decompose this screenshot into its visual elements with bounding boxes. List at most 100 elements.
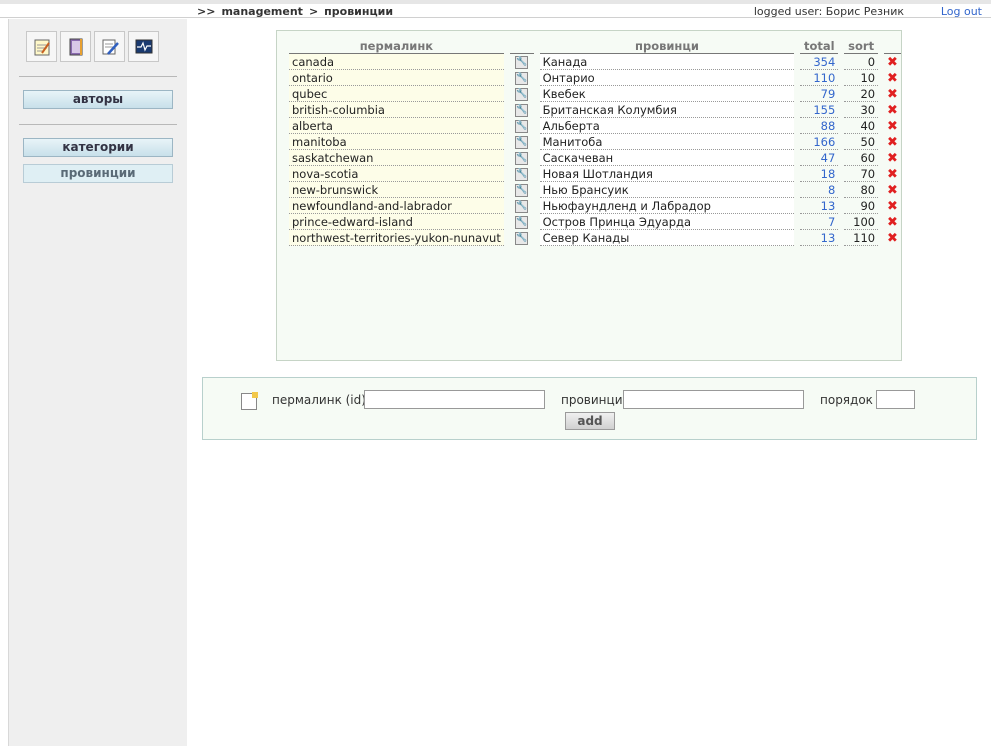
sidebar: авторы категории провинции [8, 19, 187, 746]
province-name-cell: Квебек [539, 86, 795, 102]
delete-icon[interactable]: ✖ [887, 215, 898, 230]
column-header-total[interactable]: total [800, 38, 839, 54]
edit-icon[interactable]: 🔧 [515, 216, 529, 229]
delete-icon[interactable]: ✖ [887, 87, 898, 102]
provinces-panel: пермалинк провинци total sort canada 🔧 Кан… [276, 30, 902, 361]
order-label: порядок [820, 393, 873, 407]
province-name-cell: Саскачеван [539, 150, 795, 166]
column-header-sort[interactable]: sort [844, 38, 879, 54]
total-link[interactable]: 47 [800, 150, 839, 166]
delete-icon[interactable]: ✖ [887, 119, 898, 134]
column-header-permalink[interactable]: пермалинк [289, 38, 504, 54]
permalink-cell: alberta [289, 118, 504, 134]
total-link[interactable]: 88 [800, 118, 839, 134]
breadcrumb-prefix: >> [197, 5, 216, 18]
monitor-icon[interactable] [128, 31, 159, 62]
province-input[interactable] [623, 390, 804, 409]
sidebar-divider [19, 76, 177, 77]
breadcrumb-management[interactable]: management [221, 5, 303, 18]
delete-icon[interactable]: ✖ [887, 135, 898, 150]
edit-icon[interactable]: 🔧 [515, 136, 529, 149]
permalink-cell: saskatchewan [289, 150, 504, 166]
table-row: qubec 🔧 Квебек 79 20 ✖ [289, 86, 901, 102]
province-name-cell: Манитоба [539, 134, 795, 150]
edit-icon[interactable]: 🔧 [515, 232, 529, 245]
total-link[interactable]: 110 [800, 70, 839, 86]
permalink-cell: prince-edward-island [289, 214, 504, 230]
provinces-table: пермалинк провинци total sort canada 🔧 Кан… [289, 38, 901, 246]
breadcrumb-separator: > [308, 5, 319, 18]
breadcrumb-current: провинции [324, 5, 394, 18]
table-row: manitoba 🔧 Манитоба 166 50 ✖ [289, 134, 901, 150]
table-row: newfoundland-and-labrador 🔧 Ньюфаундленд и… [289, 198, 901, 214]
sidebar-item-provinces[interactable]: провинции [23, 164, 173, 183]
edit-icon[interactable]: 🔧 [515, 104, 529, 117]
table-row: prince-edward-island 🔧 Остров Принца Эдуар… [289, 214, 901, 230]
order-input[interactable] [876, 390, 915, 409]
total-link[interactable]: 8 [800, 182, 839, 198]
delete-icon[interactable]: ✖ [887, 151, 898, 166]
permalink-cell: northwest-territories-yukon-nunavut [289, 230, 504, 246]
add-button[interactable]: add [565, 412, 615, 430]
sort-cell: 0 [844, 54, 879, 70]
edit-icon[interactable]: 🔧 [515, 88, 529, 101]
permalink-cell: newfoundland-and-labrador [289, 198, 504, 214]
edit-icon[interactable]: 🔧 [515, 168, 529, 181]
edit-icon[interactable]: 🔧 [515, 200, 529, 213]
sort-cell: 100 [844, 214, 879, 230]
total-link[interactable]: 155 [800, 102, 839, 118]
table-row: british-columbia 🔧 Британская Колумбия 155 3… [289, 102, 901, 118]
edit-icon[interactable]: 🔧 [515, 184, 529, 197]
permalink-cell: british-columbia [289, 102, 504, 118]
sidebar-item-categories[interactable]: категории [23, 138, 173, 157]
notepad-icon[interactable] [26, 31, 57, 62]
province-name-cell: Онтарио [539, 70, 795, 86]
edit-icon[interactable]: 🔧 [515, 120, 529, 133]
edit-icon[interactable]: 🔧 [515, 152, 529, 165]
edit-icon[interactable]: 🔧 [515, 72, 529, 85]
edit-icon[interactable]: 🔧 [515, 56, 529, 69]
province-name-cell: Ньюфаундленд и Лабрадор [539, 198, 795, 214]
sort-cell: 10 [844, 70, 879, 86]
permalink-cell: qubec [289, 86, 504, 102]
sort-cell: 30 [844, 102, 879, 118]
permalink-input[interactable] [364, 390, 545, 409]
total-link[interactable]: 354 [800, 54, 839, 70]
add-province-form: пермалинк (id) провинци порядок add [202, 377, 977, 440]
table-row: nova-scotia 🔧 Новая Шотландия 18 70 ✖ [289, 166, 901, 182]
delete-icon[interactable]: ✖ [887, 55, 898, 70]
tool-icons [26, 31, 159, 62]
province-name-cell: Нью Брансуик [539, 182, 795, 198]
table-row: ontario 🔧 Онтарио 110 10 ✖ [289, 70, 901, 86]
total-link[interactable]: 13 [800, 198, 839, 214]
column-header-province[interactable]: провинци [539, 38, 795, 54]
permalink-cell: new-brunswick [289, 182, 504, 198]
delete-icon[interactable]: ✖ [887, 231, 898, 246]
total-link[interactable]: 79 [800, 86, 839, 102]
total-link[interactable]: 18 [800, 166, 839, 182]
sort-cell: 60 [844, 150, 879, 166]
sort-cell: 70 [844, 166, 879, 182]
delete-icon[interactable]: ✖ [887, 103, 898, 118]
sidebar-item-authors[interactable]: авторы [23, 90, 173, 109]
permalink-cell: nova-scotia [289, 166, 504, 182]
delete-icon[interactable]: ✖ [887, 199, 898, 214]
total-link[interactable]: 7 [800, 214, 839, 230]
book-icon[interactable] [60, 31, 91, 62]
total-link[interactable]: 166 [800, 134, 839, 150]
total-link[interactable]: 13 [800, 230, 839, 246]
permalink-label: пермалинк (id) [272, 393, 366, 407]
logout-link[interactable]: Log out [941, 5, 982, 18]
delete-icon[interactable]: ✖ [887, 183, 898, 198]
table-row: alberta 🔧 Альберта 88 40 ✖ [289, 118, 901, 134]
sort-cell: 110 [844, 230, 879, 246]
province-name-cell: Канада [539, 54, 795, 70]
table-row: northwest-territories-yukon-nunavut 🔧 Севе… [289, 230, 901, 246]
delete-icon[interactable]: ✖ [887, 71, 898, 86]
sort-cell: 50 [844, 134, 879, 150]
permalink-cell: canada [289, 54, 504, 70]
delete-icon[interactable]: ✖ [887, 167, 898, 182]
sort-cell: 80 [844, 182, 879, 198]
sort-cell: 40 [844, 118, 879, 134]
edit-document-icon[interactable] [94, 31, 125, 62]
